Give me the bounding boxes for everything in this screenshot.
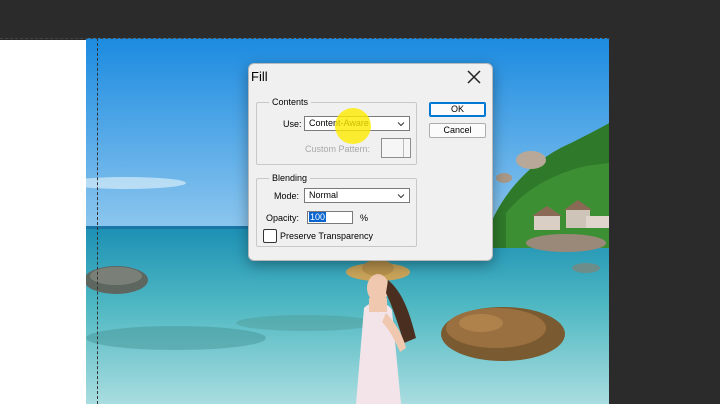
preserve-transparency-checkbox[interactable] bbox=[263, 229, 277, 243]
use-label: Use: bbox=[283, 119, 302, 129]
mode-label: Mode: bbox=[274, 191, 300, 201]
opacity-input[interactable]: 100 bbox=[307, 211, 353, 224]
chevron-down-icon bbox=[397, 194, 405, 199]
dialog-title: Fill bbox=[251, 69, 268, 84]
blending-group: Blending Mode: Normal Opacity: 100 % Pre… bbox=[256, 172, 417, 247]
contents-group-label: Contents bbox=[269, 96, 312, 108]
opacity-label: Opacity: bbox=[266, 213, 300, 223]
opacity-percent-sign: % bbox=[360, 213, 369, 223]
blending-group-label: Blending bbox=[269, 172, 311, 184]
custom-pattern-label: Custom Pattern: bbox=[305, 144, 371, 154]
selection-marquee-top bbox=[0, 38, 610, 39]
preserve-transparency-label[interactable]: Preserve Transparency bbox=[280, 230, 373, 242]
cursor-highlight bbox=[335, 108, 371, 144]
chevron-down-icon bbox=[397, 122, 405, 127]
close-icon[interactable] bbox=[466, 69, 482, 85]
selection-marquee-left bbox=[97, 38, 98, 404]
mode-dropdown[interactable]: Normal bbox=[304, 188, 410, 203]
mode-dropdown-value: Normal bbox=[309, 190, 339, 200]
opacity-value: 100 bbox=[309, 212, 327, 222]
cancel-button[interactable]: Cancel bbox=[429, 123, 486, 138]
ok-button[interactable]: OK bbox=[429, 102, 486, 117]
fill-dialog: Fill Contents Use: Content-Aware Custom … bbox=[248, 63, 493, 261]
canvas-blank-area bbox=[0, 40, 86, 404]
custom-pattern-picker bbox=[381, 138, 411, 158]
pattern-picker-arrow bbox=[403, 139, 410, 157]
